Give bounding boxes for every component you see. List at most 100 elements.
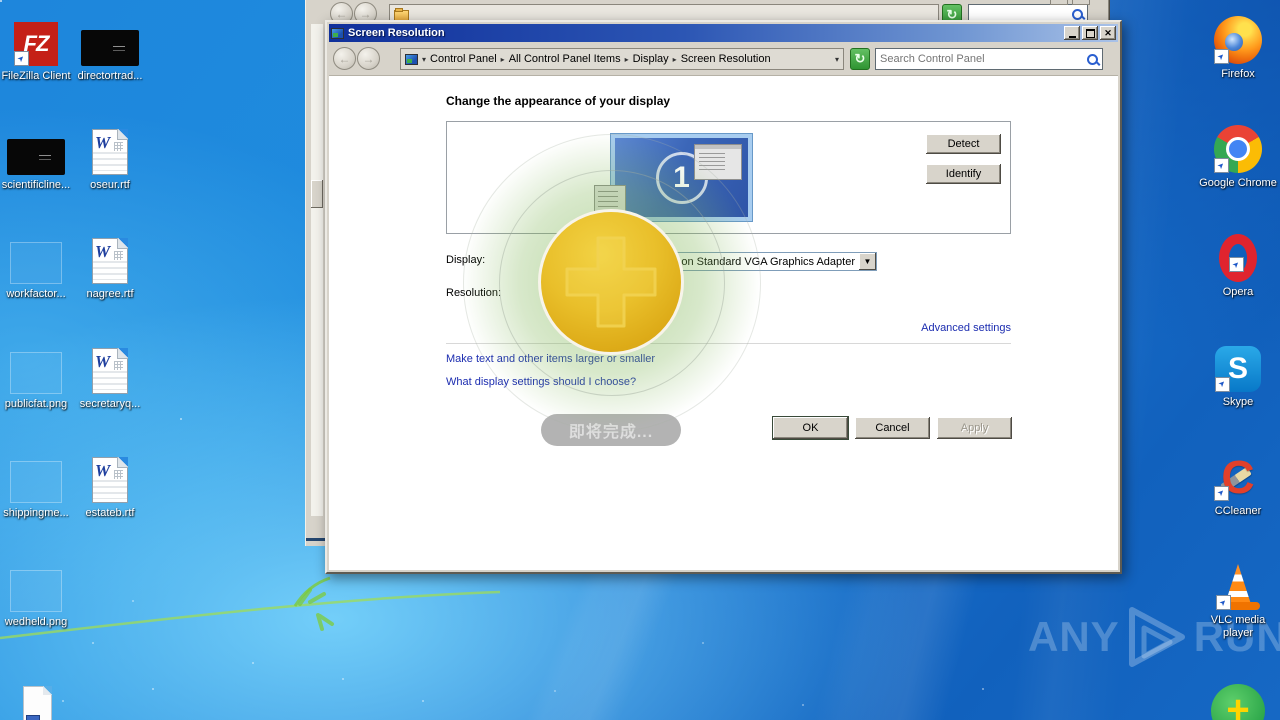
desktop-icon-estateb-rtf[interactable]: W estateb.rtf	[68, 449, 152, 520]
desktop-icon-wedheld-png[interactable]: wedheld.png	[0, 558, 78, 629]
icon-label: Opera	[1222, 286, 1254, 299]
shortcut-arrow-icon	[1216, 595, 1231, 610]
breadcrumb-separator: ▸	[500, 54, 505, 64]
search-icon[interactable]	[1082, 49, 1102, 69]
desktop-icon-filezilla-client[interactable]: FZ FileZilla Client	[0, 12, 78, 83]
app-icon: S	[1215, 345, 1261, 392]
loading-tooltip: 即将完成...	[541, 414, 681, 446]
shortcut-arrow-icon	[1214, 158, 1229, 174]
scrollbar-track[interactable]	[311, 24, 323, 516]
watermark-text-left: ANY	[1028, 613, 1120, 660]
close-button[interactable]	[1100, 26, 1116, 40]
app-icon	[7, 139, 65, 176]
app-icon	[1216, 564, 1260, 610]
breadcrumb-dropdown-arrow[interactable]: ▾	[835, 55, 839, 64]
app-icon	[81, 30, 139, 66]
maximize-button[interactable]	[1082, 26, 1098, 40]
app-icon	[10, 570, 62, 612]
app-icon: W	[92, 347, 128, 394]
breadcrumb-display[interactable]: Display	[633, 53, 669, 65]
icon-label: workfactor...	[6, 288, 66, 301]
monitor-screen: 1	[594, 138, 748, 231]
window-toolbar: ← → ▾ Control Panel ▸ All Control Panel …	[329, 42, 1118, 76]
back-button[interactable]: ←	[333, 47, 356, 70]
desktop-icon-opera[interactable]: Opera	[1196, 228, 1280, 299]
icon-glyph: W	[95, 460, 111, 480]
desktop-icon-oseur-rtf[interactable]: W oseur.rtf	[68, 121, 152, 192]
icon-glyph: S	[1227, 351, 1248, 385]
display-settings-help-link[interactable]: What display settings should I choose?	[446, 376, 636, 388]
plus-glyph: +	[1226, 688, 1250, 720]
desktop-icon-secretaryq[interactable]: W secretaryq...	[68, 340, 152, 411]
search-box[interactable]	[875, 48, 1103, 70]
anyrun-play-logo-icon	[1128, 607, 1185, 667]
ok-button[interactable]: OK	[772, 416, 849, 440]
search-input[interactable]	[969, 8, 1067, 20]
icon-label: secretaryq...	[79, 397, 141, 410]
icon-glyph: W	[95, 242, 111, 262]
icon-glyph: W	[95, 351, 111, 371]
shortcut-arrow-icon	[1214, 49, 1229, 64]
refresh-button[interactable]: ↻	[850, 48, 870, 70]
app-icon	[10, 351, 62, 394]
icon-label: Firefox	[1221, 68, 1255, 80]
breadcrumb-all-items[interactable]: All Control Panel Items	[509, 53, 621, 65]
search-control-panel-input[interactable]	[876, 53, 1082, 65]
desktop-icons-left: FZ FileZilla Client directortrad... scie…	[0, 0, 154, 720]
icon-label: wedheld.png	[4, 616, 68, 628]
identify-button[interactable]: Identify	[926, 164, 1001, 184]
window-bottom-edge	[306, 538, 327, 541]
apply-button[interactable]: Apply	[937, 417, 1012, 439]
desktop-icon-publicfat-png[interactable]: publicfat.png	[0, 340, 78, 411]
detect-button[interactable]: Detect	[926, 134, 1001, 154]
desktop-icon-directortrad[interactable]: directortrad...	[68, 12, 152, 83]
icon-label: oseur.rtf	[90, 179, 130, 192]
desktop-icon-vlc-media-player[interactable]: VLC media player	[1196, 556, 1280, 640]
icon-label: nagree.rtf	[86, 288, 134, 301]
app-icon	[1214, 125, 1262, 174]
desktop-icon-nagree-rtf[interactable]: W nagree.rtf	[68, 230, 152, 301]
resolution-label: Resolution:	[446, 287, 502, 299]
breadcrumb-control-panel[interactable]: Control Panel	[430, 53, 497, 65]
desktop-icon-google-chrome[interactable]: Google Chrome	[1196, 119, 1280, 190]
breadcrumb-icon	[405, 53, 418, 65]
breadcrumb-bar[interactable]: ▾ Control Panel ▸ All Control Panel Item…	[400, 48, 844, 70]
window-control-nub	[1050, 0, 1068, 5]
advanced-settings-link[interactable]: Advanced settings	[921, 322, 1011, 334]
display-label: Display:	[446, 254, 486, 266]
icon-glyph: W	[95, 133, 111, 153]
breadcrumb-separator: ▸	[672, 54, 677, 64]
shortcut-arrow-icon	[14, 51, 29, 66]
icon-label: Google Chrome	[1199, 177, 1277, 190]
monitor-number: 1	[673, 160, 690, 194]
make-text-larger-link[interactable]: Make text and other items larger or smal…	[446, 353, 655, 365]
cancel-button[interactable]: Cancel	[855, 417, 930, 439]
app-icon: W	[92, 238, 128, 285]
shortcut-arrow-icon	[1215, 376, 1230, 392]
background-window-toolbar: ← → ↻	[305, 0, 1109, 28]
breadcrumb-screen-resolution[interactable]: Screen Resolution	[681, 53, 771, 65]
desktop-icon-workfactor[interactable]: workfactor...	[0, 230, 78, 301]
app-icon: FZ	[14, 22, 58, 66]
desktop-icon-ccleaner[interactable]: C CCleaner	[1196, 447, 1280, 518]
monitor-preview[interactable]: 1	[594, 133, 753, 231]
desktop-icon-scientificline[interactable]: scientificline...	[0, 121, 78, 192]
icon-label: publicfat.png	[4, 397, 68, 410]
icon-label: estateb.rtf	[85, 506, 135, 519]
desktop-icon-shippingme[interactable]: shippingme...	[0, 449, 78, 520]
shortcut-arrow-icon	[1229, 257, 1244, 273]
app-icon	[1214, 16, 1262, 64]
mini-window-thumbnail	[694, 144, 742, 180]
breadcrumb-separator: ▾	[422, 54, 427, 64]
app-icon	[10, 460, 62, 503]
page-heading: Change the appearance of your display	[446, 94, 671, 108]
icon-label: scientificline...	[1, 179, 71, 192]
scrollbar-thumb[interactable]	[311, 180, 323, 208]
window-titlebar[interactable]: Screen Resolution	[329, 24, 1118, 42]
dropdown-arrow-icon[interactable]: ▼	[859, 253, 876, 270]
forward-button[interactable]: →	[357, 47, 380, 70]
icon-label: FileZilla Client	[1, 70, 71, 82]
minimize-button[interactable]	[1064, 26, 1080, 40]
desktop-icon-firefox[interactable]: Firefox	[1196, 10, 1280, 81]
desktop-icon-skype[interactable]: S Skype	[1196, 338, 1280, 409]
